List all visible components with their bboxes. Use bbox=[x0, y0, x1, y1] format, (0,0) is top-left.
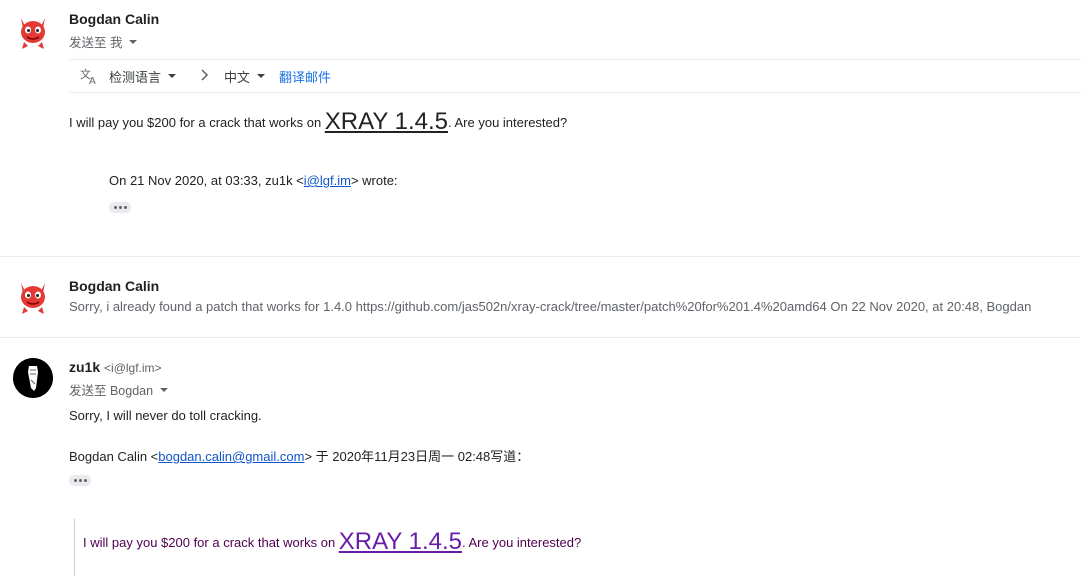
xray-link[interactable]: XRAY 1.4.5 bbox=[339, 528, 462, 555]
hand-drawing-avatar-icon bbox=[13, 358, 53, 398]
sender-email: <i@lgf.im> bbox=[104, 361, 162, 375]
quoted-body: I will pay you $200 for a crack that wor… bbox=[83, 528, 581, 556]
sender-name[interactable]: zu1k bbox=[69, 359, 100, 375]
translate-icon: 文 A bbox=[79, 66, 99, 87]
quote-header: On 21 Nov 2020, at 03:33, zu1k <i@lgf.im… bbox=[109, 173, 398, 188]
message-body: Sorry, I will never do toll cracking. bbox=[69, 408, 262, 423]
reply-header-suffix: > 于 2020年11月23日周一 02:48写道： bbox=[304, 449, 530, 464]
target-language-label: 中文 bbox=[224, 69, 251, 85]
svg-text:A: A bbox=[89, 76, 96, 86]
target-language-dropdown[interactable]: 中文 bbox=[224, 67, 266, 86]
ellipsis-dot-icon bbox=[73, 479, 77, 482]
collapsed-message-snippet[interactable]: Sorry, i already found a patch that work… bbox=[69, 299, 1074, 314]
translate-bar: 文 A 检测语言 中文 翻译邮件 bbox=[69, 59, 1081, 93]
body-suffix: . Are you interested? bbox=[447, 115, 568, 130]
ellipsis-dot-icon bbox=[123, 206, 127, 209]
ellipsis-dot-icon bbox=[118, 206, 122, 209]
recipient-text: 发送至 我 bbox=[69, 36, 123, 50]
body-prefix: I will pay you $200 for a crack that wor… bbox=[69, 115, 325, 130]
quoted-suffix: . Are you interested? bbox=[461, 535, 582, 550]
sender-avatar-bogdan[interactable] bbox=[13, 12, 53, 52]
quote-header-suffix: > wrote: bbox=[350, 173, 398, 188]
ellipsis-dot-icon bbox=[113, 206, 117, 209]
recipient-text: 发送至 Bogdan bbox=[69, 384, 154, 398]
reply-header: Bogdan Calin <bogdan.calin@gmail.com> 于 … bbox=[69, 446, 529, 465]
ellipsis-dot-icon bbox=[78, 479, 82, 482]
quote-email-link[interactable]: i@lgf.im bbox=[304, 173, 351, 188]
chevron-down-icon[interactable] bbox=[160, 387, 169, 392]
quoted-prefix: I will pay you $200 for a crack that wor… bbox=[83, 535, 339, 550]
reply-email-link[interactable]: bogdan.calin@gmail.com bbox=[158, 449, 304, 464]
ellipsis-dot-icon bbox=[83, 479, 87, 482]
detect-language-dropdown[interactable]: 检测语言 bbox=[109, 67, 177, 86]
translate-message-link[interactable]: 翻译邮件 bbox=[279, 67, 331, 86]
show-trimmed-content-button[interactable] bbox=[109, 202, 131, 213]
sender-name[interactable]: Bogdan Calin bbox=[69, 278, 159, 294]
quote-bar bbox=[74, 519, 75, 576]
message-divider bbox=[0, 337, 1081, 338]
detect-language-label: 检测语言 bbox=[109, 69, 162, 85]
recipient-line[interactable]: 发送至 我 bbox=[69, 32, 138, 51]
message-divider bbox=[0, 256, 1081, 257]
recipient-line[interactable]: 发送至 Bogdan bbox=[69, 380, 169, 399]
chevron-down-icon bbox=[168, 74, 177, 78]
red-monster-avatar-icon bbox=[13, 277, 53, 317]
show-trimmed-content-button[interactable] bbox=[69, 475, 91, 486]
chevron-down-icon[interactable] bbox=[129, 39, 138, 44]
sender-avatar-bogdan[interactable] bbox=[13, 277, 53, 317]
quote-header-prefix: On 21 Nov 2020, at 03:33, zu1k < bbox=[109, 173, 304, 188]
sender-name[interactable]: Bogdan Calin bbox=[69, 11, 159, 27]
sender-name-line: zu1k <i@lgf.im> bbox=[69, 359, 162, 375]
arrow-right-icon bbox=[200, 68, 210, 84]
red-monster-avatar-icon bbox=[13, 12, 53, 52]
reply-header-prefix: Bogdan Calin < bbox=[69, 449, 159, 464]
sender-avatar-zu1k[interactable] bbox=[13, 358, 53, 398]
chevron-down-icon bbox=[257, 74, 266, 78]
message-body: I will pay you $200 for a crack that wor… bbox=[69, 108, 567, 136]
xray-link[interactable]: XRAY 1.4.5 bbox=[325, 108, 448, 135]
